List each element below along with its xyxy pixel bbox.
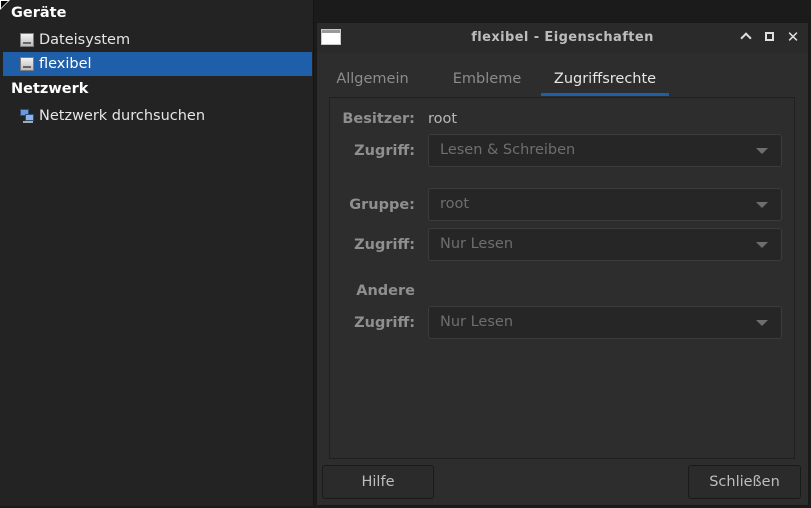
properties-dialog: flexibel - Eigenschaften ✕ Allgemein Emb… <box>316 22 809 506</box>
network-heading: Netzwerk <box>11 81 89 97</box>
tab-bar: Allgemein Embleme Zugriffsrechte <box>330 61 795 97</box>
group-label: Gruppe: <box>349 197 415 213</box>
group-select[interactable]: root <box>428 188 782 221</box>
sidebar-item-label: Dateisystem <box>39 32 131 48</box>
close-window-button[interactable]: ✕ <box>786 30 800 45</box>
owner-access-select[interactable]: Lesen & Schreiben <box>428 134 782 167</box>
places-sidebar: Geräte Dateisystem flexibel Netzwerk Net… <box>0 0 314 506</box>
owner-access-value: Lesen & Schreiben <box>440 142 576 158</box>
tab-allgemein[interactable]: Allgemein <box>330 61 415 97</box>
group-access-select[interactable]: Nur Lesen <box>428 228 782 261</box>
permissions-panel: Besitzer: root Zugriff: Lesen & Schreibe… <box>329 97 795 459</box>
owner-label: Besitzer: <box>342 111 415 127</box>
group-access-value: Nur Lesen <box>440 236 514 252</box>
others-access-select[interactable]: Nur Lesen <box>428 306 782 339</box>
network-icon <box>20 109 34 123</box>
sidebar-item-label: Netzwerk durchsuchen <box>39 108 206 124</box>
group-access-label: Zugriff: <box>354 237 415 253</box>
mouse-cursor-icon <box>0 0 10 10</box>
others-access-value: Nur Lesen <box>440 314 514 330</box>
owner-access-label: Zugriff: <box>354 143 415 159</box>
chevron-down-icon <box>756 148 768 154</box>
dialog-titlebar[interactable]: flexibel - Eigenschaften ✕ <box>317 23 808 53</box>
group-value: root <box>440 196 470 212</box>
help-button[interactable]: Hilfe <box>322 465 434 499</box>
owner-value: root <box>428 111 458 127</box>
chevron-down-icon <box>756 242 768 248</box>
tab-embleme[interactable]: Embleme <box>442 61 532 97</box>
chevron-down-icon <box>756 320 768 326</box>
chevron-down-icon <box>756 202 768 208</box>
minimize-button[interactable] <box>739 30 753 44</box>
sidebar-item-label: flexibel <box>39 56 92 72</box>
sidebar-item-dateisystem[interactable]: Dateisystem <box>3 28 312 52</box>
drive-icon <box>20 57 34 71</box>
maximize-button[interactable] <box>763 30 777 44</box>
others-access-label: Zugriff: <box>354 315 415 331</box>
close-button[interactable]: Schließen <box>688 465 801 499</box>
others-label: Andere <box>356 283 415 299</box>
drive-icon <box>20 33 34 47</box>
devices-heading: Geräte <box>11 5 67 21</box>
sidebar-item-flexibel[interactable]: flexibel <box>3 52 312 76</box>
dialog-title: flexibel - Eigenschaften <box>471 30 654 45</box>
sidebar-item-netzwerk-durchsuchen[interactable]: Netzwerk durchsuchen <box>3 104 312 128</box>
tab-zugriffsrechte[interactable]: Zugriffsrechte <box>541 61 669 97</box>
